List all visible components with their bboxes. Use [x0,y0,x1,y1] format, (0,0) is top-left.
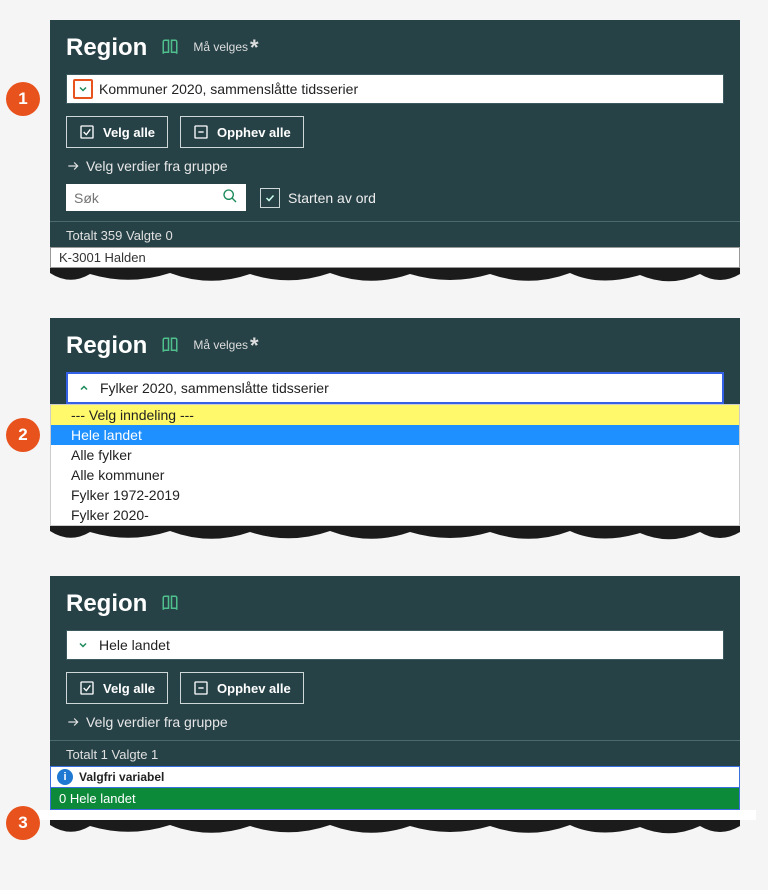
word-start-checkbox[interactable] [260,188,280,208]
deselect-all-button[interactable]: Opphev alle [180,672,304,704]
select-all-button[interactable]: Velg alle [66,672,168,704]
dropdown-option[interactable]: Alle fylker [51,445,739,465]
book-icon [161,594,179,615]
chevron-up-icon [74,378,94,398]
dropdown-option[interactable]: Hele landet [51,425,739,445]
dropdown-option[interactable]: --- Velg inndeling --- [51,405,739,425]
panel-title: Region [66,34,147,62]
torn-edge [50,526,740,546]
word-start-label: Starten av ord [288,190,376,206]
region-select-open[interactable]: Fylker 2020, sammenslåtte tidsserier [66,372,724,404]
deselect-all-button[interactable]: Opphev alle [180,116,304,148]
chevron-down-icon [73,635,93,655]
select-value: Fylker 2020, sammenslåtte tidsserier [100,380,329,396]
dropdown-option[interactable]: Fylker 1972-2019 [51,485,739,505]
required-label: Må velges* [193,333,258,359]
select-value: Hele landet [99,637,170,653]
dropdown-option[interactable]: Alle kommuner [51,465,739,485]
selected-row[interactable]: 0 Hele landet [50,788,740,810]
select-all-button[interactable]: Velg alle [66,116,168,148]
book-icon [161,38,179,59]
chevron-down-icon [73,79,93,99]
region-panel-1: Region Må velges* Kommuner 2020, sammens… [50,20,740,268]
info-icon: i [57,769,73,785]
step-badge-1: 1 [6,82,40,116]
options-list[interactable]: K-3001 Halden [50,247,740,268]
step-badge-2: 2 [6,418,40,452]
group-values-link[interactable]: Velg verdier fra gruppe [66,714,724,730]
stats-label: Totalt 359 Valgte 0 [66,222,724,247]
dropdown-option[interactable]: Fylker 2020- [51,505,739,525]
region-panel-3: Region Hele landet Velg alle Opphev alle… [50,576,740,820]
search-input-wrap [66,184,246,211]
panel-title: Region [66,590,147,618]
torn-edge [50,820,740,840]
group-values-link[interactable]: Velg verdier fra gruppe [66,158,724,174]
info-bar: i Valgfri variabel [50,766,740,788]
stats-label: Totalt 1 Valgte 1 [66,741,724,766]
panel-title: Region [66,332,147,360]
region-dropdown: --- Velg inndeling --- Hele landet Alle … [50,404,740,526]
search-input[interactable] [74,190,194,206]
required-label: Må velges* [193,35,258,61]
torn-edge [50,268,740,288]
list-item[interactable]: K-3001 Halden [51,248,739,267]
select-value: Kommuner 2020, sammenslåtte tidsserier [99,81,358,97]
region-select[interactable]: Kommuner 2020, sammenslåtte tidsserier [66,74,724,104]
step-badge-3: 3 [6,806,40,840]
book-icon [161,336,179,357]
region-panel-2: Region Må velges* Fylker 2020, sammenslå… [50,318,740,526]
region-select[interactable]: Hele landet [66,630,724,660]
search-icon [222,188,238,207]
